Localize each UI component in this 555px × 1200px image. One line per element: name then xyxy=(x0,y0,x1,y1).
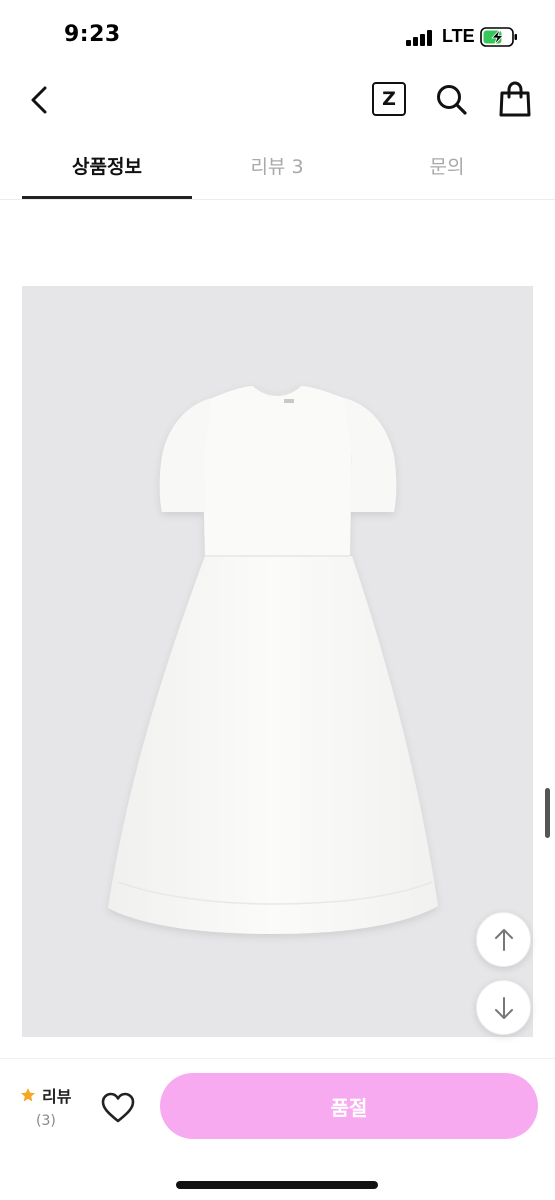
bottom-action-bar: 리뷰 (3) 품절 xyxy=(0,1058,555,1200)
back-button[interactable] xyxy=(20,78,60,122)
review-label: 리뷰 xyxy=(42,1087,72,1106)
review-summary[interactable]: 리뷰 (3) xyxy=(20,1083,90,1129)
status-time: 9:23 xyxy=(64,22,121,47)
soldout-button[interactable]: 품절 xyxy=(160,1073,538,1139)
star-icon xyxy=(21,1088,35,1102)
zigzag-logo-label: Z xyxy=(382,88,396,110)
arrow-up-icon xyxy=(494,928,513,951)
network-type: LTE xyxy=(442,26,475,46)
home-indicator xyxy=(176,1181,378,1189)
scroll-top-button[interactable] xyxy=(476,912,531,967)
tab-label: 리뷰 3 xyxy=(250,156,304,178)
product-image[interactable] xyxy=(22,286,533,1037)
cart-button[interactable] xyxy=(496,80,534,120)
soldout-label: 품절 xyxy=(330,1097,368,1120)
battery-charging-icon xyxy=(480,27,518,47)
chevron-left-icon xyxy=(31,86,47,114)
scroll-bottom-button[interactable] xyxy=(476,980,531,1035)
search-icon xyxy=(437,85,467,115)
signal-bars-icon xyxy=(406,30,434,46)
white-dress-icon xyxy=(108,385,438,934)
scroll-indicator[interactable] xyxy=(545,788,550,838)
tab-label: 문의 xyxy=(429,156,465,178)
status-bar: 9:23 LTE xyxy=(0,0,555,70)
wishlist-button[interactable] xyxy=(100,1091,136,1125)
review-header: 리뷰 xyxy=(20,1083,90,1107)
search-button[interactable] xyxy=(432,80,472,120)
heart-icon xyxy=(101,1092,135,1123)
zigzag-home-button[interactable]: Z xyxy=(372,82,406,116)
tab-inquiry[interactable]: 문의 xyxy=(362,140,532,200)
tab-reviews[interactable]: 리뷰 3 xyxy=(192,140,362,200)
active-tab-indicator xyxy=(22,196,192,199)
product-tabs: 상품정보 리뷰 3 문의 xyxy=(0,140,555,200)
tab-product-info[interactable]: 상품정보 xyxy=(22,140,192,200)
top-header: Z xyxy=(0,70,555,132)
shopping-bag-icon xyxy=(499,81,531,117)
review-count: (3) xyxy=(36,1113,56,1129)
arrow-down-icon xyxy=(494,996,513,1019)
tab-label: 상품정보 xyxy=(72,156,142,178)
